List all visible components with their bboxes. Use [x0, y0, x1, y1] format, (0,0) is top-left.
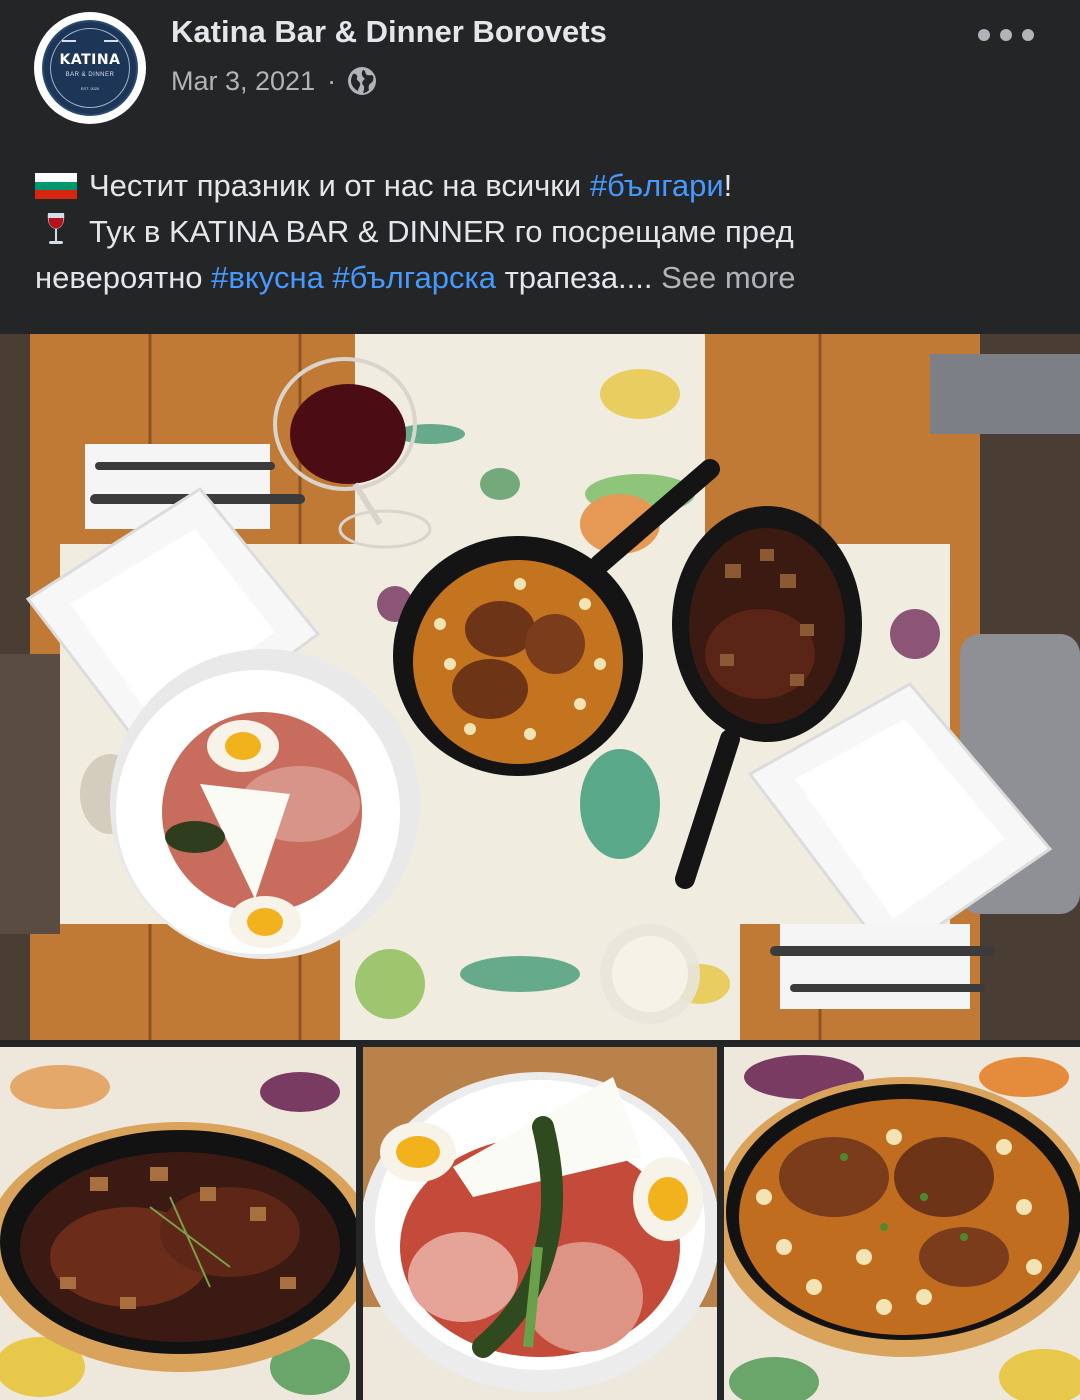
post-date[interactable]: Mar 3, 2021	[171, 66, 315, 97]
post-text-segment: Честит празник и от нас на всички	[89, 168, 590, 203]
wine-glass-emoji	[35, 211, 77, 247]
post-text-line-2: Тук в KATINA BAR & DINNER го посрещаме п…	[35, 209, 1045, 255]
knife-icon	[104, 40, 118, 42]
bulgaria-flag-emoji	[35, 173, 77, 199]
post-header: KATINA BAR & DINNER EST. 2020 Katina Bar…	[0, 0, 1080, 140]
table-spread-photo[interactable]	[0, 334, 1080, 1040]
post-meta: Mar 3, 2021 ·	[171, 64, 378, 98]
post-text-segment: трапеза....	[495, 260, 662, 295]
meta-separator: ·	[327, 65, 337, 96]
logo-main-text: KATINA	[59, 52, 121, 68]
logo-est-text: EST. 2020	[80, 86, 100, 91]
beans-skillet-photo[interactable]	[724, 1047, 1080, 1400]
globe-icon[interactable]	[346, 65, 378, 97]
post-text: Честит празник и от нас на всички #бълга…	[35, 163, 1045, 301]
hashtag-link[interactable]: #българи	[590, 168, 724, 203]
logo-sub-text: BAR & DINNER	[65, 72, 115, 78]
page-name-link[interactable]: Katina Bar & Dinner Borovets	[171, 14, 607, 50]
hashtag-link[interactable]: #вкусна	[211, 260, 324, 295]
post-text-segment: невероятно	[35, 260, 212, 295]
more-options-button[interactable]	[978, 22, 1034, 48]
facebook-post: KATINA BAR & DINNER EST. 2020 Katina Bar…	[0, 0, 1080, 1400]
katina-logo: KATINA BAR & DINNER EST. 2020	[42, 20, 138, 116]
more-horizontal-icon-dot	[1000, 29, 1012, 41]
post-text-segment: Тук в KATINA BAR & DINNER го посрещаме п…	[89, 214, 794, 249]
more-horizontal-icon-dot	[1022, 29, 1034, 41]
liver-skillet-photo[interactable]	[0, 1047, 356, 1400]
fork-icon	[62, 40, 76, 42]
post-text-line-1: Честит празник и от нас на всички #бълга…	[35, 163, 1045, 209]
post-text-segment: !	[723, 168, 733, 203]
more-horizontal-icon-dot	[978, 29, 990, 41]
see-more-link[interactable]: See more	[661, 260, 795, 295]
post-text-line-3: невероятно #вкусна #българска трапеза...…	[35, 255, 1045, 301]
hashtag-link[interactable]: #българска	[332, 260, 496, 295]
page-avatar[interactable]: KATINA BAR & DINNER EST. 2020	[34, 12, 146, 124]
shopska-salad-photo[interactable]	[363, 1047, 717, 1400]
